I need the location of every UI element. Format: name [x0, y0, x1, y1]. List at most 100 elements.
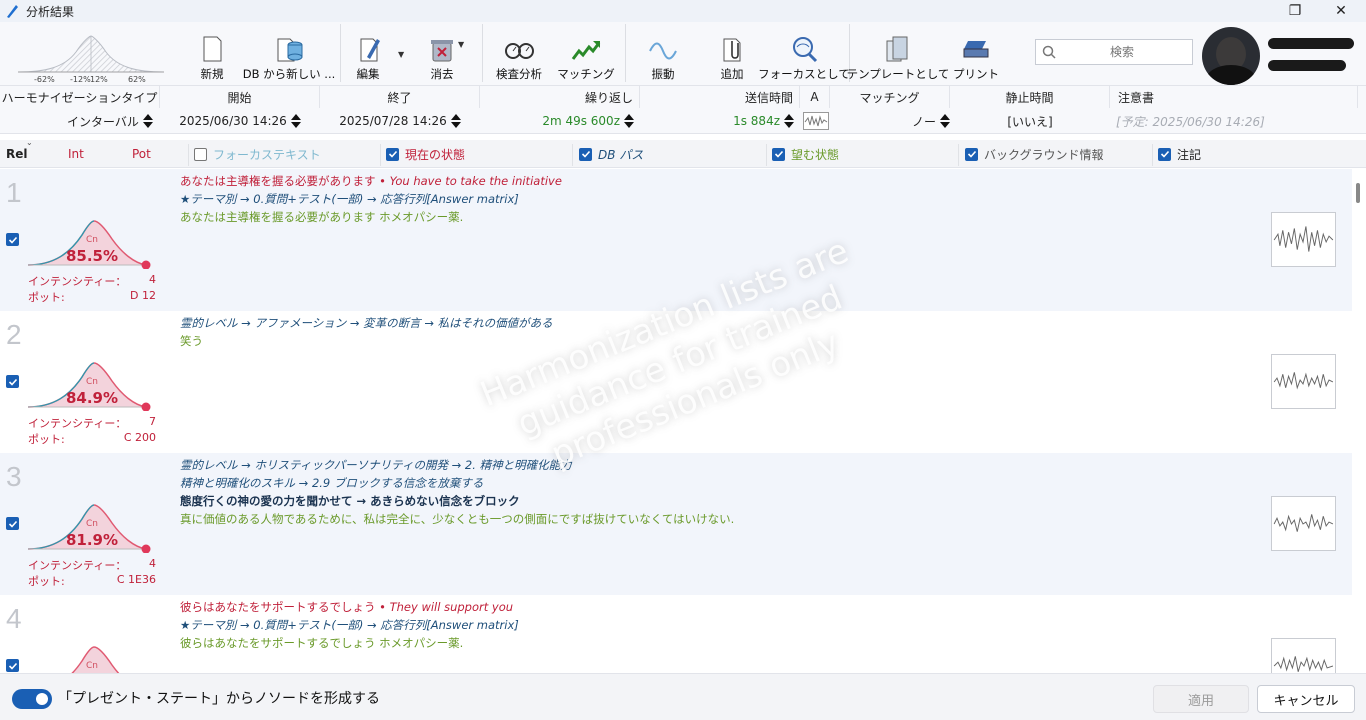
- edit-pencil-icon: [360, 38, 380, 62]
- search-box[interactable]: [1035, 39, 1193, 65]
- db-path-text: 霊的レベル → ホリスティックパーソナリティの開発 → 2. 精神と明確化能力: [180, 458, 572, 472]
- dist-tick-label: 62%: [128, 75, 146, 84]
- focus-button[interactable]: フォーカスとして: [758, 28, 850, 82]
- db-path-text: 霊的レベル → アファメーション → 変革の断言 → 私はそれの価値がある: [180, 316, 553, 330]
- intensity-value: 7: [149, 415, 156, 428]
- vibration-button[interactable]: 振動: [643, 28, 683, 82]
- end-select[interactable]: 2025/07/28 14:26: [320, 108, 480, 134]
- cn-label: Cn: [86, 377, 98, 387]
- row-number: 3: [6, 461, 22, 492]
- list-item[interactable]: 3 Cn 81.9% インテンシティー： 4 ポット: C 1E36 霊的レベル…: [0, 453, 1352, 595]
- potency-value: C 200: [123, 431, 156, 444]
- col-int[interactable]: Int: [68, 140, 84, 168]
- waveform-mini-icon[interactable]: [802, 108, 830, 134]
- send-time-value: 1s 884z: [733, 114, 780, 128]
- desired-state-checkbox[interactable]: [772, 147, 785, 161]
- row-number: 4: [6, 603, 22, 634]
- updown-icon[interactable]: [624, 114, 634, 128]
- distribution-preview: -62% -12% 12% 62%: [17, 35, 165, 84]
- settings-header: ハーモナイゼーションタイプ 開始 終了 繰り返し 送信時間 A マッチング 静止…: [0, 86, 1366, 108]
- col-desired-state[interactable]: 望む状態: [772, 140, 839, 168]
- delete-dropdown-icon[interactable]: ▼: [458, 40, 464, 49]
- col-background-info-label: バックグラウンド情報: [984, 147, 1104, 162]
- col-focus-text[interactable]: フォーカステキスト: [194, 140, 321, 168]
- col-rel[interactable]: Rel: [6, 140, 28, 168]
- updown-icon[interactable]: [940, 114, 950, 128]
- search-input[interactable]: [1062, 45, 1182, 59]
- row-checkbox[interactable]: [6, 517, 19, 530]
- match-percent: 84.9%: [65, 389, 119, 407]
- updown-icon[interactable]: [450, 114, 461, 128]
- edit-dropdown-icon[interactable]: ▼: [398, 50, 404, 59]
- col-notes[interactable]: 注記: [1158, 140, 1201, 168]
- cancel-button[interactable]: キャンセル: [1257, 685, 1355, 713]
- list-item[interactable]: 2 Cn 84.9% インテンシティー： 7 ポット: C 200 霊的レベル …: [0, 311, 1352, 453]
- col-pot[interactable]: Pot: [132, 140, 151, 168]
- repeat-select[interactable]: 2m 49s 600z: [480, 108, 634, 134]
- matching-select[interactable]: ノー: [860, 108, 950, 134]
- focus-text-checkbox[interactable]: [194, 147, 207, 161]
- waveform-thumbnail[interactable]: [1271, 496, 1336, 551]
- add-button[interactable]: 追加: [712, 28, 752, 82]
- inspection-glasses-icon: [505, 43, 534, 59]
- header-matching: マッチング: [830, 86, 950, 108]
- list-item[interactable]: 4 Cn 彼らはあなたをサポートするでしょう • They will suppo…: [0, 595, 1352, 673]
- list-item[interactable]: 1 Cn 85.5% インテンシティー： 4 ポット: D 12 あなたは主導権…: [0, 169, 1352, 311]
- current-state-translation: • You have to take the initiative: [375, 174, 562, 188]
- match-percent: 85.5%: [65, 247, 119, 265]
- template-button-label: テンプレートとして: [846, 67, 950, 81]
- header-a: A: [800, 86, 830, 108]
- send-time-select[interactable]: 1s 884z: [640, 108, 794, 134]
- db-path-text: ★テーマ別 → 0.質問+テスト(一部) → 応答行列[Answer matri…: [180, 618, 519, 632]
- matching-arrow-icon: [571, 41, 601, 60]
- close-icon[interactable]: ✕: [1318, 0, 1364, 22]
- apply-button[interactable]: 適用: [1153, 685, 1249, 713]
- col-background-info[interactable]: バックグラウンド情報: [965, 140, 1104, 168]
- vibration-wave-icon: [649, 42, 677, 60]
- db-path-text: ★テーマ別 → 0.質問+テスト(一部) → 応答行列[Answer matri…: [180, 192, 519, 206]
- inspection-button[interactable]: 検査分析: [492, 28, 546, 82]
- inspection-button-label: 検査分析: [496, 67, 542, 81]
- row-checkbox[interactable]: [6, 233, 19, 246]
- edit-button[interactable]: 編集: [350, 28, 386, 82]
- db-path-checkbox[interactable]: [579, 147, 592, 161]
- waveform-thumbnail[interactable]: [1271, 212, 1336, 267]
- notes-checkbox[interactable]: [1158, 147, 1171, 161]
- redacted-user-detail: [1268, 60, 1346, 71]
- updown-icon[interactable]: [142, 114, 153, 128]
- print-button[interactable]: プリント: [953, 28, 999, 82]
- vertical-scrollbar[interactable]: [1352, 169, 1366, 673]
- updown-icon[interactable]: [290, 114, 301, 128]
- col-separator: [188, 144, 189, 166]
- cn-label: Cn: [86, 519, 98, 529]
- header-send-time: 送信時間: [640, 86, 800, 108]
- db-new-button[interactable]: DB から新しい ...: [243, 28, 335, 82]
- row-checkbox[interactable]: [6, 375, 19, 388]
- background-info-checkbox[interactable]: [965, 147, 978, 161]
- restore-icon[interactable]: ❐: [1272, 0, 1318, 22]
- current-state-checkbox[interactable]: [386, 147, 399, 161]
- col-current-state[interactable]: 現在の状態: [386, 140, 465, 168]
- col-db-path[interactable]: DB パス: [579, 140, 643, 168]
- col-desired-state-label: 望む状態: [791, 147, 840, 162]
- footer-bar: 「プレゼント・ステート」からノソードを形成する 適用 キャンセル: [0, 673, 1366, 720]
- updown-icon[interactable]: [784, 114, 794, 128]
- start-value: 2025/06/30 14:26: [179, 114, 287, 128]
- waveform-thumbnail[interactable]: [1271, 638, 1336, 673]
- avatar[interactable]: [1202, 27, 1260, 85]
- add-button-label: 追加: [720, 67, 744, 81]
- waveform-thumbnail[interactable]: [1271, 354, 1336, 409]
- matching-value: ノー: [911, 114, 936, 129]
- title-bar: 分析結果 ❐ ✕: [0, 0, 1366, 22]
- type-select[interactable]: インターバル: [60, 108, 160, 134]
- scrollbar-thumb[interactable]: [1356, 183, 1360, 203]
- row-checkbox[interactable]: [6, 659, 19, 672]
- start-select[interactable]: 2025/06/30 14:26: [160, 108, 320, 134]
- new-button[interactable]: 新規: [194, 28, 230, 82]
- database-new-icon: [277, 38, 303, 62]
- matching-button[interactable]: マッチング: [557, 28, 615, 82]
- edit-button-label: 編集: [356, 67, 380, 81]
- delete-button[interactable]: 消去: [422, 28, 462, 82]
- nosode-toggle[interactable]: [12, 689, 52, 709]
- template-button[interactable]: テンプレートとして: [847, 28, 949, 82]
